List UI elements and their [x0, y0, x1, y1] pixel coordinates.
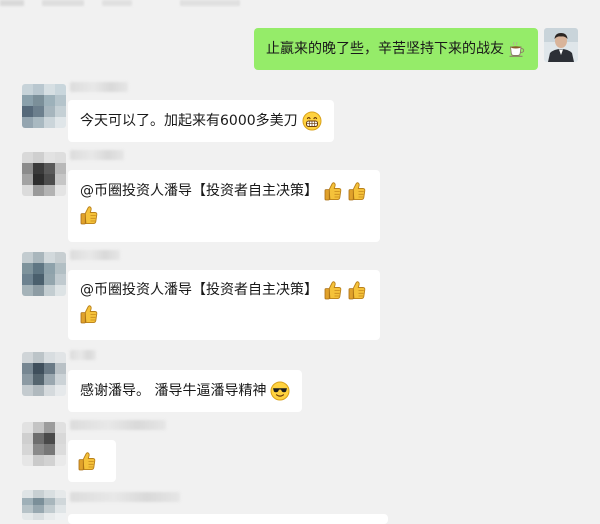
sunglasses-icon — [270, 381, 290, 401]
chat-window: 止赢来的晚了些，辛苦坚持下来的战友 今天可以了。加起来有6000多美刀 @币圈投… — [0, 0, 600, 524]
thumbs-up-icon — [324, 181, 342, 201]
thumbs-up-icon — [324, 280, 342, 300]
sender-name-blurred — [70, 492, 180, 502]
message-row: @币圈投资人潘导【投资者自主决策】 — [0, 250, 600, 344]
sender-name-blurred — [70, 82, 128, 92]
tea-icon — [508, 40, 526, 58]
message-row: 止赢来的晚了些，辛苦坚持下来的战友 — [0, 26, 600, 72]
sender-avatar[interactable] — [22, 490, 66, 520]
thumbs-up-icon — [348, 181, 366, 201]
message-row: 今天可以了。加起来有6000多美刀 — [0, 82, 600, 144]
message-text: @币圈投资人潘导【投资者自主决策】 — [80, 282, 318, 298]
message-row-partial — [0, 490, 600, 524]
sender-name-blurred — [70, 150, 124, 160]
sender-avatar[interactable] — [22, 84, 66, 128]
message-row — [0, 420, 600, 484]
message-text: @币圈投资人潘导【投资者自主决策】 — [80, 183, 318, 199]
self-message-bubble[interactable]: 止赢来的晚了些，辛苦坚持下来的战友 — [254, 28, 538, 70]
sender-avatar[interactable] — [22, 152, 66, 196]
message-text: 感谢潘导。 潘导牛逼潘导精神 — [80, 383, 267, 399]
thumbs-up-icon — [78, 451, 96, 471]
sender-avatar[interactable] — [22, 352, 66, 396]
message-row: @币圈投资人潘导【投资者自主决策】 — [0, 150, 600, 244]
message-text: 今天可以了。加起来有6000多美刀 — [80, 113, 298, 129]
message-bubble[interactable]: @币圈投资人潘导【投资者自主决策】 — [68, 170, 380, 242]
sender-name-blurred — [70, 350, 96, 360]
sender-name-blurred — [70, 420, 166, 430]
message-bubble[interactable]: 今天可以了。加起来有6000多美刀 — [68, 100, 334, 142]
message-text: 止赢来的晚了些，辛苦坚持下来的战友 — [266, 41, 504, 57]
scrollbar[interactable] — [595, 0, 599, 520]
self-avatar[interactable] — [544, 28, 578, 62]
sender-name-blurred — [70, 250, 120, 260]
message-bubble[interactable]: @币圈投资人潘导【投资者自主决策】 — [68, 270, 380, 340]
thumbs-up-icon — [348, 280, 366, 300]
sender-avatar[interactable] — [22, 252, 66, 296]
thumbs-up-icon — [80, 205, 98, 225]
thumbs-up-icon — [80, 304, 98, 324]
message-bubble[interactable] — [68, 514, 388, 524]
message-bubble[interactable]: 感谢潘导。 潘导牛逼潘导精神 — [68, 370, 303, 412]
previous-message-blur — [0, 0, 600, 6]
message-bubble[interactable] — [68, 440, 116, 482]
grin-icon — [302, 111, 322, 131]
message-row: 感谢潘导。 潘导牛逼潘导精神 — [0, 350, 600, 414]
sender-avatar[interactable] — [22, 422, 66, 466]
